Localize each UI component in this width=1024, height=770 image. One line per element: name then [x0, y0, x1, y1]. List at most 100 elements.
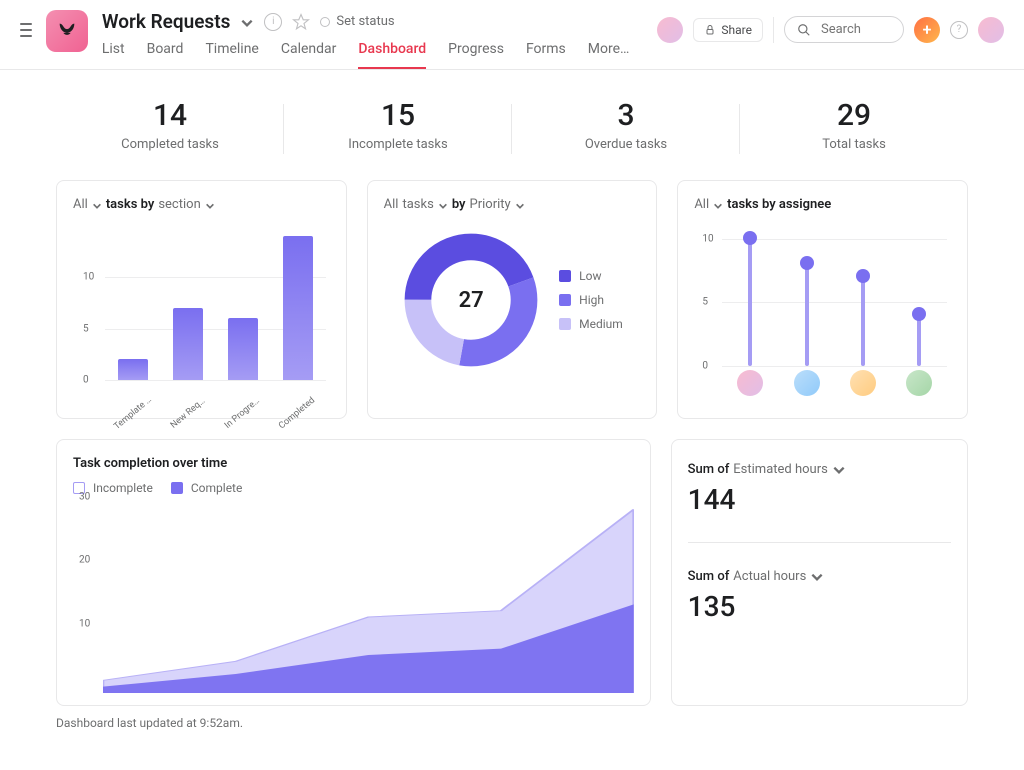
project-icon[interactable]	[46, 10, 88, 52]
tab-more[interactable]: More…	[588, 41, 630, 69]
tab-board[interactable]: Board	[147, 41, 184, 69]
summary-stats: 14Completed tasks15Incomplete tasks3Over…	[56, 98, 968, 152]
title-dropdown-icon[interactable]	[240, 15, 254, 29]
lollipop-bar	[748, 239, 752, 366]
legend-swatch	[559, 318, 571, 330]
tasks-by-priority-card[interactable]: All tasks by Priority 27 LowHighMedium	[367, 180, 658, 419]
stat-tile[interactable]: 3Overdue tasks	[512, 98, 740, 152]
legend-label: Incomplete	[93, 481, 153, 495]
legend-complete: Complete	[171, 481, 243, 495]
search-input[interactable]	[819, 21, 889, 38]
set-status-button[interactable]: Set status	[320, 14, 394, 29]
area-legend: Incomplete Complete	[73, 481, 634, 495]
legend-item: High	[559, 293, 623, 307]
by-label: by	[452, 197, 466, 212]
menu-icon[interactable]	[20, 18, 32, 42]
star-icon[interactable]	[292, 13, 310, 31]
legend-swatch	[171, 482, 183, 494]
chevron-down-icon	[92, 200, 102, 210]
lollipop-bar	[861, 277, 865, 366]
assignee-avatar[interactable]	[794, 370, 820, 396]
y-tick: 0	[83, 375, 89, 386]
sum-header[interactable]: Sum of Estimated hours	[688, 462, 951, 477]
chevron-down-icon	[832, 463, 846, 477]
filter-all: All	[73, 197, 88, 212]
tab-forms[interactable]: Forms	[526, 41, 566, 69]
title-column: Work Requests i Set status List Board Time…	[102, 10, 630, 69]
assignee-avatar[interactable]	[906, 370, 932, 396]
y-tick: 5	[83, 323, 89, 334]
divider	[688, 542, 951, 543]
tab-timeline[interactable]: Timeline	[205, 41, 258, 69]
project-tabs: List Board Timeline Calendar Dashboard Progre…	[102, 41, 630, 69]
search-icon	[797, 23, 811, 37]
y-tick: 5	[702, 297, 708, 308]
donut-chart: 27 LowHighMedium	[384, 230, 641, 370]
stat-tile[interactable]: 14Completed tasks	[56, 98, 284, 152]
estimated-hours-block: Sum of Estimated hours 144	[688, 456, 951, 536]
grouping-field: section	[158, 197, 200, 212]
estimated-hours-value: 144	[688, 483, 951, 516]
y-tick: 20	[79, 555, 90, 566]
y-tick: 30	[79, 492, 90, 503]
card-header[interactable]: All tasks by section	[73, 197, 330, 212]
assignee-avatar[interactable]	[850, 370, 876, 396]
tasks-label: tasks	[402, 197, 433, 212]
legend-label: Low	[579, 269, 601, 283]
chevron-down-icon	[713, 200, 723, 210]
sum-header[interactable]: Sum of Actual hours	[688, 569, 951, 584]
tasks-by-label: tasks by	[106, 197, 155, 212]
card-header[interactable]: All tasks by assignee	[694, 197, 951, 212]
stat-value: 14	[56, 98, 284, 133]
tab-calendar[interactable]: Calendar	[281, 41, 337, 69]
last-updated-note: Dashboard last updated at 9:52am.	[56, 716, 968, 730]
chevron-down-icon	[515, 200, 525, 210]
y-tick: 10	[79, 618, 90, 629]
profile-avatar[interactable]	[978, 17, 1004, 43]
x-tick: New Req…	[169, 396, 207, 430]
legend-item: Medium	[559, 317, 623, 331]
legend-swatch	[559, 294, 571, 306]
search-box[interactable]	[784, 16, 904, 43]
assignee-avatar[interactable]	[737, 370, 763, 396]
card-header[interactable]: All tasks by Priority	[384, 197, 641, 212]
chevron-down-icon	[205, 200, 215, 210]
legend-label: High	[579, 293, 604, 307]
info-icon[interactable]: i	[264, 13, 282, 31]
member-avatar[interactable]	[657, 17, 683, 43]
y-tick: 10	[702, 233, 713, 244]
actual-hours-block: Sum of Actual hours 135	[688, 563, 951, 643]
completion-over-time-card[interactable]: Task completion over time Incomplete Com…	[56, 439, 651, 706]
lock-icon	[704, 24, 716, 36]
bar	[173, 308, 203, 380]
filter-all: All	[384, 197, 399, 212]
stat-label: Overdue tasks	[512, 137, 740, 152]
legend-item: Low	[559, 269, 623, 283]
tasks-by-section-card[interactable]: All tasks by section 0510Template …New R…	[56, 180, 347, 419]
hours-summary-card[interactable]: Sum of Estimated hours 144 Sum of Actual…	[671, 439, 968, 706]
topbar-right: Share + ?	[657, 16, 1004, 43]
tab-list[interactable]: List	[102, 41, 125, 69]
card-title: Task completion over time	[73, 456, 634, 471]
share-button[interactable]: Share	[693, 18, 763, 42]
filter-all: All	[694, 197, 709, 212]
create-button[interactable]: +	[914, 17, 940, 43]
stat-tile[interactable]: 15Incomplete tasks	[284, 98, 512, 152]
sum-field: Estimated hours	[733, 462, 828, 477]
tasks-by-assignee-card[interactable]: All tasks by assignee 0510	[677, 180, 968, 419]
stat-tile[interactable]: 29Total tasks	[740, 98, 968, 152]
lollipop-bar	[805, 264, 809, 366]
dashboard-body: 14Completed tasks15Incomplete tasks3Over…	[0, 70, 1024, 750]
tab-dashboard[interactable]: Dashboard	[358, 41, 426, 69]
page-title[interactable]: Work Requests	[102, 10, 231, 33]
tab-progress[interactable]: Progress	[448, 41, 504, 69]
bar-chart: 0510Template …New Req…In Progre…Complete…	[73, 226, 330, 406]
bar	[228, 318, 258, 380]
share-label: Share	[721, 23, 752, 37]
set-status-label: Set status	[336, 14, 394, 29]
help-icon[interactable]: ?	[950, 21, 968, 39]
area-chart: 102030	[73, 503, 634, 693]
x-tick: Template …	[112, 395, 153, 432]
chevron-down-icon	[810, 570, 824, 584]
sum-field: Actual hours	[733, 569, 806, 584]
